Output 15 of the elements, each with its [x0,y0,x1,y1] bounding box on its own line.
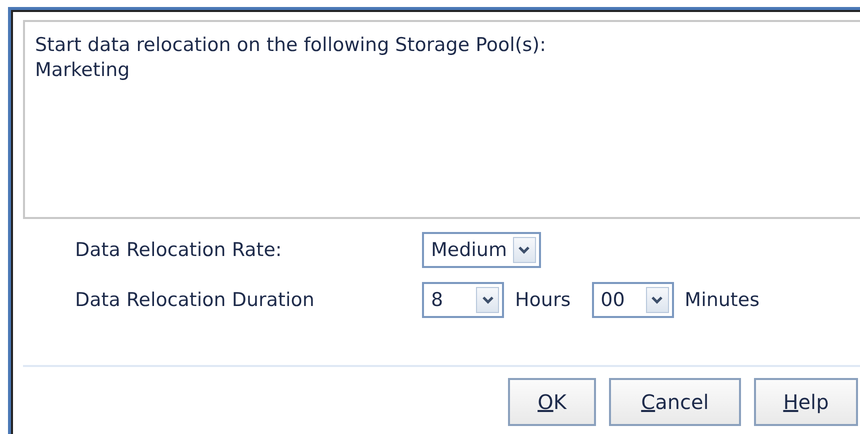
field-label: Data Relocation Rate: [75,239,283,261]
message-text: Marketing [35,58,131,83]
field-label: Data Relocation Duration [75,289,316,311]
unit-label: Minutes [684,289,760,311]
dialog-button[interactable]: OK [508,378,596,426]
chevron-icon [482,296,494,304]
dialog-button[interactable]: Help [754,378,858,426]
chevron-icon [518,246,530,254]
unit-label: Hours [515,289,571,311]
dialog-button[interactable]: Cancel [609,378,741,426]
dropdown[interactable]: Medium [422,232,541,268]
dropdown[interactable]: 00 [592,282,674,318]
dropdown[interactable]: 8 [422,282,504,318]
chevron-icon [651,296,664,304]
message-text: Start data relocation on the following Storage Pool(s): [35,33,547,58]
